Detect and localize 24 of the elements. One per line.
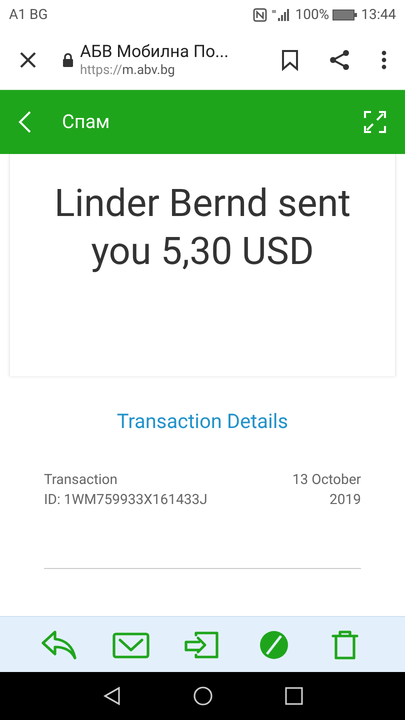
folder-title: Спам <box>62 108 110 135</box>
nfc-icon <box>253 8 268 22</box>
transaction-id: ID: 1WM759933X161433J <box>44 491 208 510</box>
page-url: https://m.abv.bg <box>80 62 176 78</box>
transaction-details-link[interactable]: Transaction Details <box>116 406 288 436</box>
page-title: АБВ Мобилна По... <box>80 40 230 62</box>
transaction-date: 13 October 2019 <box>291 471 361 510</box>
transaction-label: Transaction <box>44 471 119 490</box>
battery-percent: 100% <box>295 6 330 24</box>
carrier-text: A1 BG <box>9 6 48 24</box>
back-icon[interactable] <box>18 110 32 134</box>
close-button[interactable] <box>18 50 38 70</box>
expand-icon[interactable] <box>363 110 387 134</box>
menu-icon[interactable] <box>381 50 387 70</box>
battery-icon <box>332 9 358 21</box>
bookmark-icon[interactable] <box>281 48 299 70</box>
recents-icon[interactable] <box>284 687 302 705</box>
share-icon[interactable] <box>329 48 351 70</box>
home-icon[interactable] <box>192 686 212 706</box>
back-nav-icon[interactable] <box>102 686 120 706</box>
clock-text: 13:44 <box>361 6 396 24</box>
message-headline: Linder Bernd sent you 5,30 USD <box>53 181 352 276</box>
close-icon <box>19 50 37 68</box>
lock-icon <box>62 52 74 66</box>
